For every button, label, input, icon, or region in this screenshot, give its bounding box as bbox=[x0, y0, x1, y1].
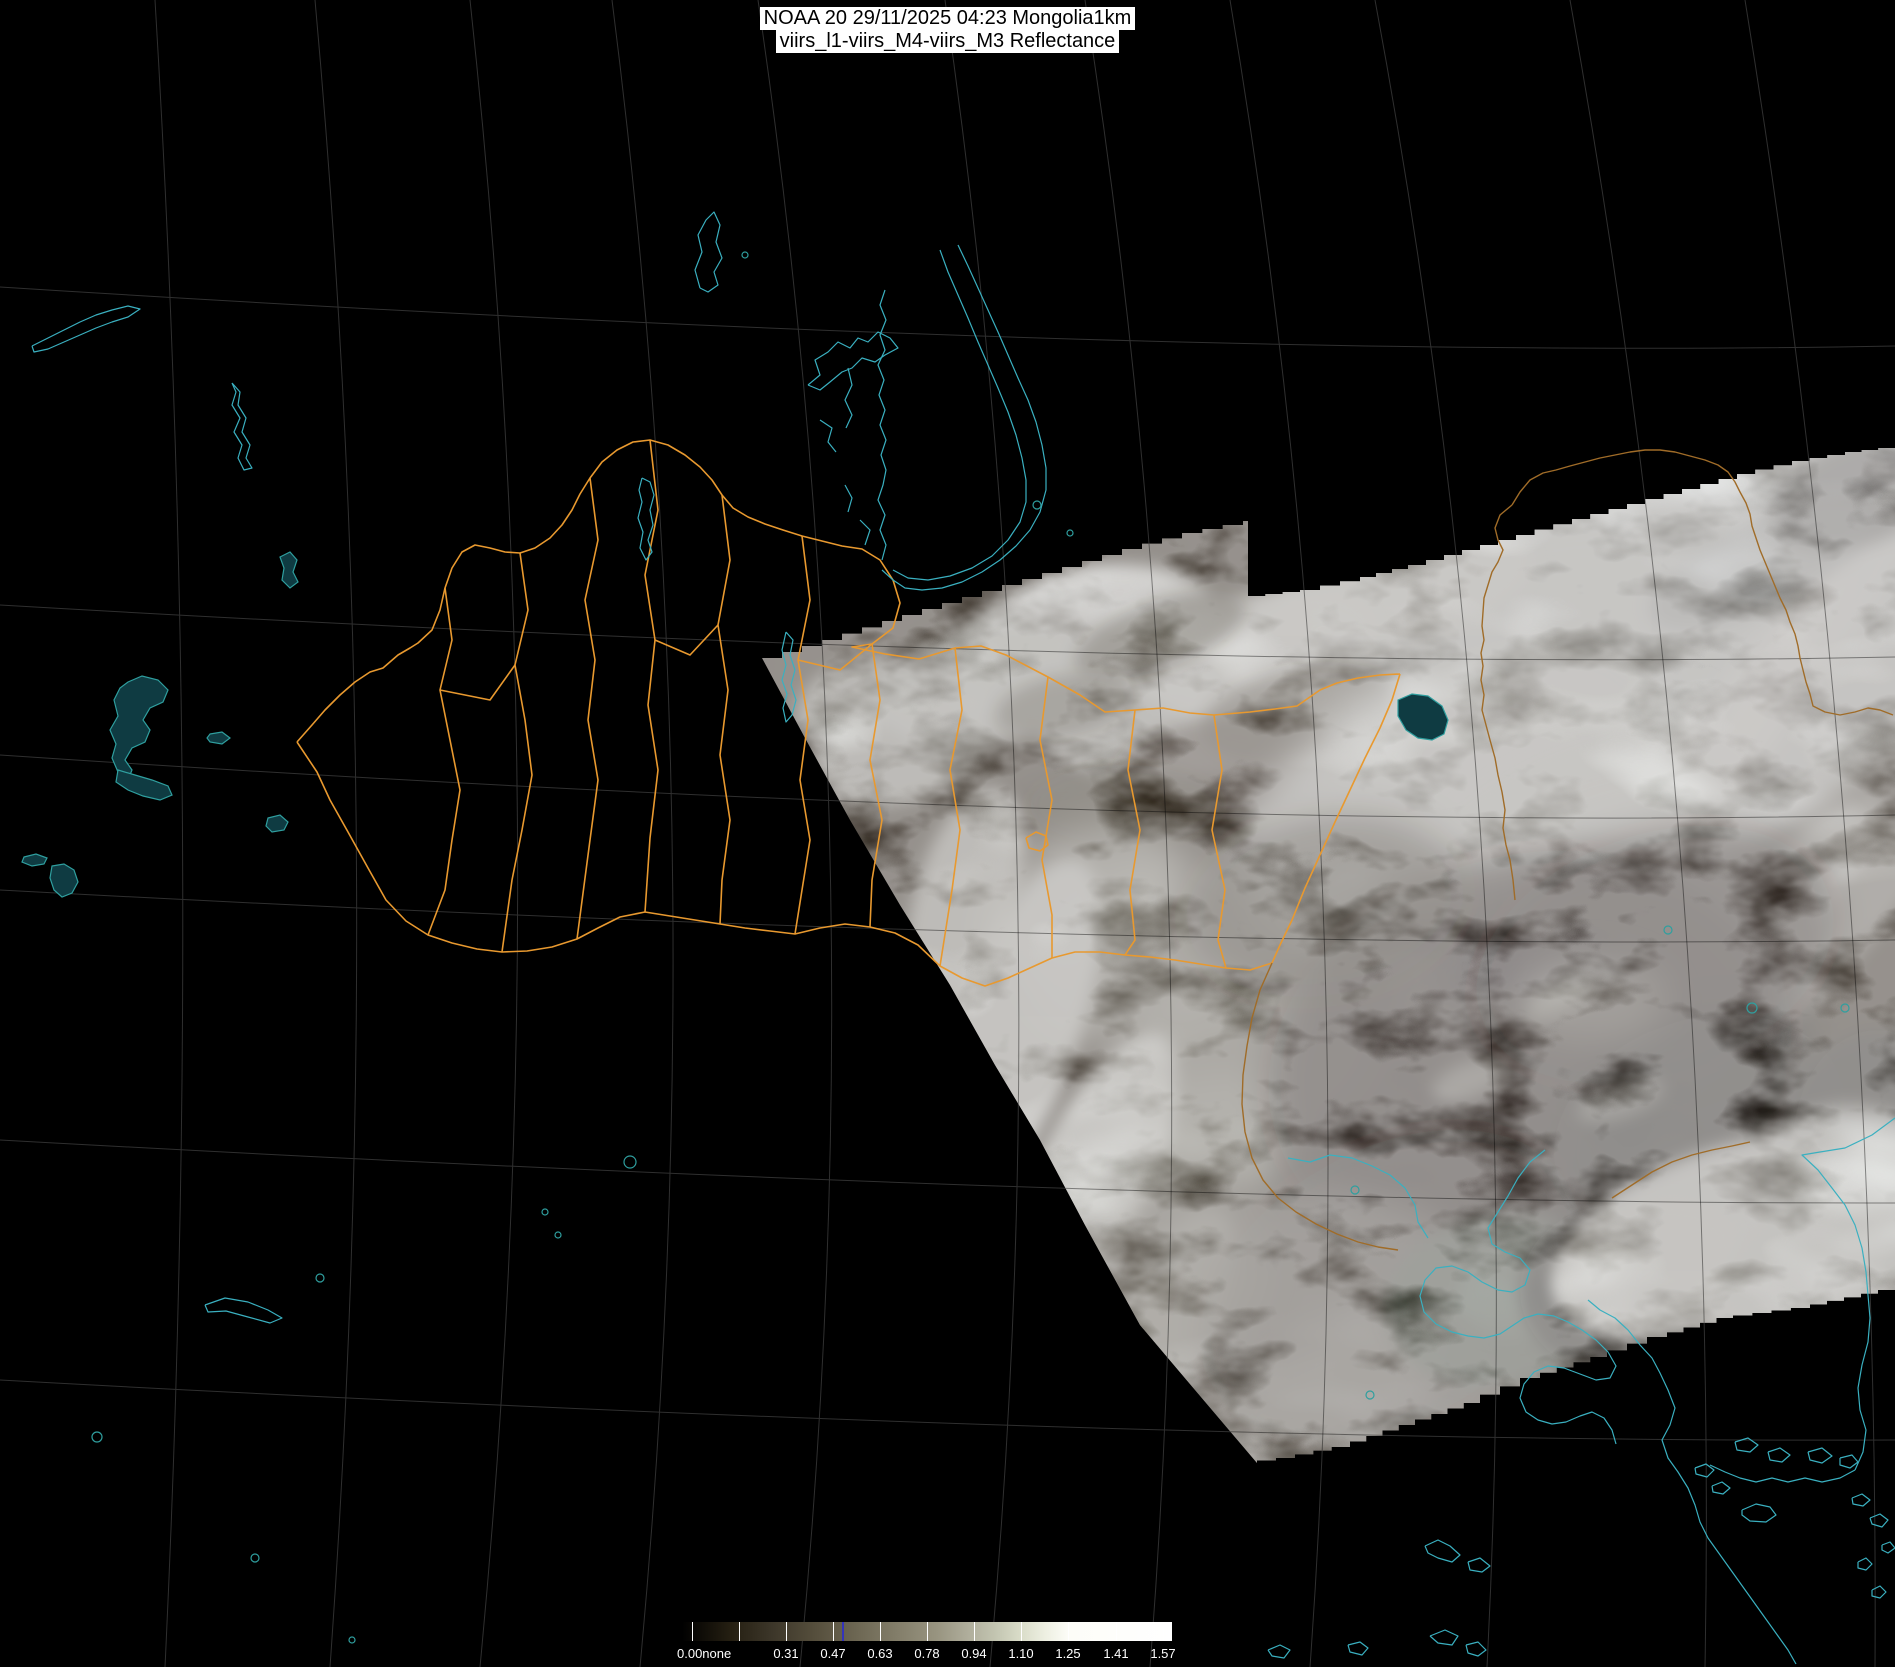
colorbar-tick bbox=[739, 1622, 740, 1641]
satellite-map-canvas[interactable] bbox=[0, 0, 1895, 1667]
lake-outline bbox=[50, 864, 78, 897]
graticule-meridian bbox=[155, 0, 183, 1667]
border-orange bbox=[718, 495, 730, 924]
colorbar-label: 0.47 bbox=[820, 1646, 845, 1661]
border-orange bbox=[577, 478, 598, 939]
coastline bbox=[1808, 1448, 1832, 1463]
coastline bbox=[1742, 1504, 1776, 1522]
coastline bbox=[893, 250, 1026, 580]
graticule-parallel bbox=[0, 287, 1895, 348]
coastline bbox=[638, 478, 654, 560]
small-lake bbox=[251, 1554, 259, 1562]
coastline bbox=[860, 520, 870, 545]
coastline bbox=[1712, 1482, 1730, 1494]
colorbar-tick bbox=[1163, 1622, 1164, 1641]
coastline bbox=[845, 485, 852, 512]
small-lake bbox=[624, 1156, 636, 1168]
coastline bbox=[695, 212, 722, 292]
small-lake bbox=[742, 252, 748, 258]
colorbar-tick bbox=[833, 1622, 834, 1641]
lake-outline bbox=[280, 552, 298, 588]
small-lake bbox=[555, 1232, 561, 1238]
colorbar-tick bbox=[1021, 1622, 1022, 1641]
graticule-meridian bbox=[155, 0, 183, 1667]
coastline bbox=[1425, 1540, 1460, 1562]
graticule-parallel bbox=[0, 287, 1895, 348]
colorbar-label: 0.31 bbox=[773, 1646, 798, 1661]
coastline bbox=[1588, 1300, 1796, 1664]
graticule-meridian bbox=[315, 0, 357, 1667]
graticule-meridian bbox=[612, 0, 673, 1667]
coastline bbox=[1430, 1630, 1458, 1645]
colorbar-tick bbox=[692, 1622, 693, 1641]
graticule-parallel bbox=[0, 1380, 1895, 1440]
colorbar-label: 1.41 bbox=[1103, 1646, 1128, 1661]
lake-outline bbox=[207, 732, 230, 744]
cloud-noise-texture bbox=[740, 430, 1895, 1480]
border-orange bbox=[428, 588, 460, 935]
coastline bbox=[205, 1298, 282, 1323]
graticule-parallel bbox=[0, 1380, 1895, 1440]
coastline bbox=[1882, 1542, 1895, 1553]
small-lake bbox=[92, 1432, 102, 1442]
coastline bbox=[878, 290, 886, 560]
lake-outline bbox=[266, 815, 288, 832]
border-orange bbox=[440, 665, 515, 700]
coastline bbox=[1768, 1448, 1790, 1462]
satellite-swath-layer bbox=[740, 264, 1895, 1563]
coastline bbox=[1466, 1642, 1486, 1656]
graticule-meridian bbox=[470, 0, 518, 1667]
small-lake bbox=[349, 1637, 355, 1643]
colorbar-label: 1.10 bbox=[1008, 1646, 1033, 1661]
colorbar-label: 0.63 bbox=[867, 1646, 892, 1661]
coastline bbox=[1348, 1642, 1368, 1655]
small-lake bbox=[542, 1209, 548, 1215]
coastline bbox=[1710, 1465, 1855, 1482]
colorbar-value-marker bbox=[842, 1622, 844, 1641]
coastline bbox=[820, 420, 836, 452]
colorbar-tick bbox=[786, 1622, 787, 1641]
lake-outline bbox=[116, 770, 172, 800]
coastline bbox=[845, 368, 852, 428]
satellite-viewer-root: NOAA 20 29/11/2025 04:23 Mongolia1km vii… bbox=[0, 0, 1895, 1667]
product-title-line1: NOAA 20 29/11/2025 04:23 Mongolia1km bbox=[760, 7, 1136, 30]
graticule-meridian bbox=[612, 0, 673, 1667]
colorbar-tick bbox=[927, 1622, 928, 1641]
colorbar-tick bbox=[974, 1622, 975, 1641]
small-lake bbox=[1067, 530, 1073, 536]
colorbar-tick bbox=[1116, 1622, 1117, 1641]
coastline bbox=[1468, 1558, 1490, 1572]
graticule-meridian bbox=[315, 0, 357, 1667]
colorbar-label: 0.78 bbox=[914, 1646, 939, 1661]
coastline bbox=[808, 332, 898, 390]
reflectance-colorbar: 0.00none0.310.470.630.780.941.101.251.41… bbox=[682, 1622, 1172, 1641]
coastline bbox=[882, 245, 1046, 590]
coastline bbox=[1858, 1558, 1872, 1570]
coastline bbox=[32, 306, 140, 352]
lake-outline bbox=[22, 854, 47, 866]
border-orange bbox=[645, 440, 658, 912]
coastline bbox=[1872, 1586, 1886, 1598]
small-lake bbox=[316, 1274, 324, 1282]
graticule-meridian bbox=[470, 0, 518, 1667]
coastline bbox=[1870, 1514, 1888, 1527]
coastline bbox=[1840, 1455, 1858, 1468]
product-title: NOAA 20 29/11/2025 04:23 Mongolia1km vii… bbox=[0, 7, 1895, 53]
coastline bbox=[1852, 1494, 1870, 1506]
colorbar-tick bbox=[880, 1622, 881, 1641]
product-title-line2: viirs_l1-viirs_M4-viirs_M3 Reflectance bbox=[776, 30, 1120, 53]
colorbar-tick bbox=[1068, 1622, 1069, 1641]
colorbar-label: 0.94 bbox=[961, 1646, 986, 1661]
coastline bbox=[1268, 1645, 1290, 1658]
colorbar-label: 1.57 bbox=[1150, 1646, 1175, 1661]
coastline bbox=[232, 383, 252, 470]
colorbar-label: 1.25 bbox=[1055, 1646, 1080, 1661]
small-lake bbox=[1033, 501, 1041, 509]
colorbar-label: 0.00none bbox=[677, 1646, 731, 1661]
